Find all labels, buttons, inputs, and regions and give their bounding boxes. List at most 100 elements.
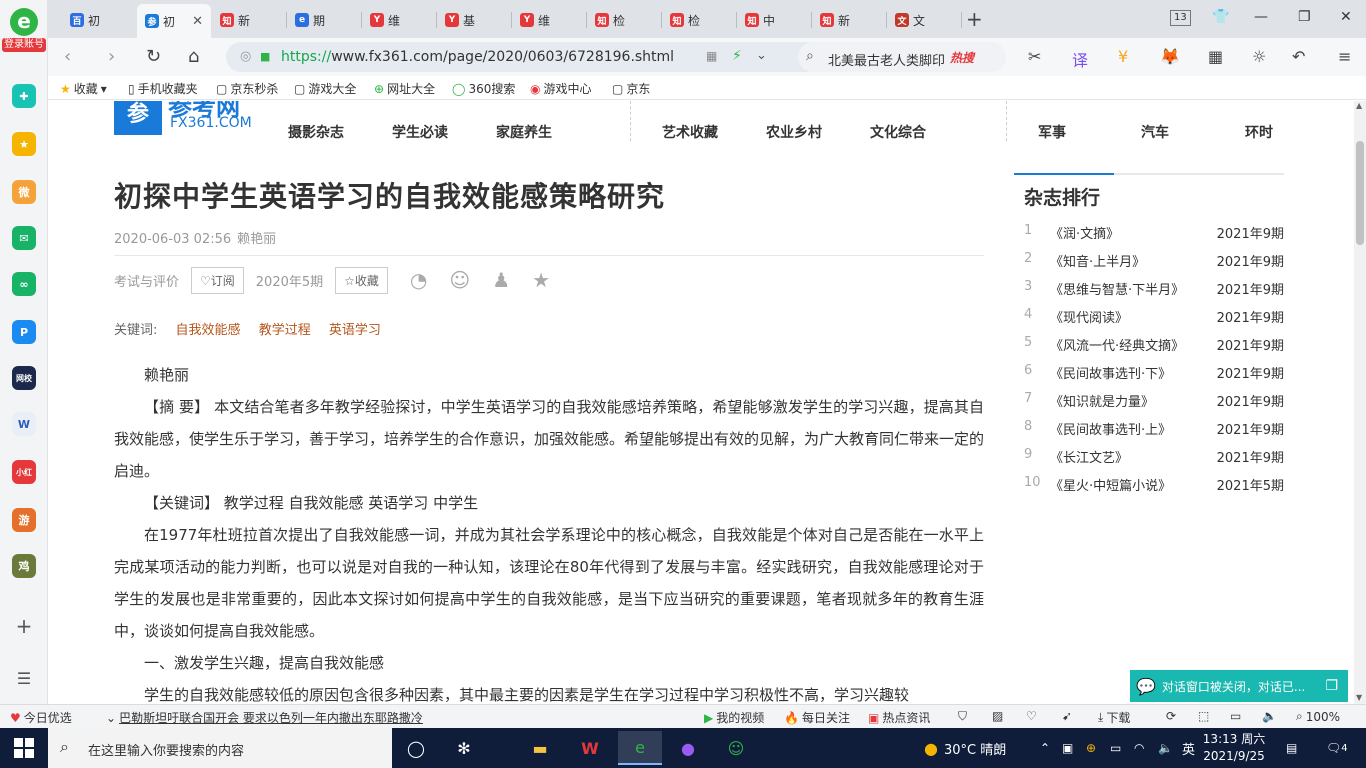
reload-button[interactable]: ↻ xyxy=(146,46,161,67)
pubg-icon[interactable]: 鸡 xyxy=(12,554,36,578)
weather-widget[interactable]: ● 30°C 晴朗 xyxy=(924,728,1006,768)
ranking-item[interactable]: 4 《现代阅读》 2021年9期 xyxy=(1024,307,1284,327)
browser-tab[interactable]: Y维 xyxy=(362,6,436,34)
ranking-item[interactable]: 10 《星火·中短篇小说》 2021年5期 xyxy=(1024,475,1284,495)
ranking-magazine-name[interactable]: 《知音·上半月》 xyxy=(1050,251,1145,270)
scroll-down-icon[interactable]: ▼ xyxy=(1356,693,1362,702)
taskbar-search[interactable]: ⌕ 在这里输入你要搜索的内容 xyxy=(48,728,392,768)
bookmark-jd-sale[interactable]: ▢ 京东秒杀 xyxy=(216,80,278,97)
bookmark-jd[interactable]: ▢ 京东 xyxy=(612,80,650,97)
battery-icon[interactable]: ▭ xyxy=(1110,728,1121,768)
ranking-magazine-name[interactable]: 《现代阅读》 xyxy=(1050,307,1128,326)
ranking-magazine-name[interactable]: 《风流一代·经典文摘》 xyxy=(1050,335,1184,354)
favorites-star-icon[interactable]: ★ xyxy=(12,132,36,156)
browser-tab[interactable]: Y基 xyxy=(437,6,511,34)
ranking-item[interactable]: 5 《风流一代·经典文摘》 2021年9期 xyxy=(1024,335,1284,355)
browser-tab[interactable]: 知新 xyxy=(212,6,286,34)
ime-indicator[interactable]: 英 xyxy=(1182,728,1195,768)
sidebar-menu-icon[interactable]: ☰ xyxy=(12,666,36,690)
favorite-button[interactable]: ☆收藏 xyxy=(335,266,388,294)
hot-news[interactable]: ▣ 热点资讯 xyxy=(868,709,930,726)
nav-student[interactable]: 学生必读 xyxy=(392,122,448,142)
window-icon[interactable]: ▭ xyxy=(1230,709,1241,723)
zoom-control[interactable]: ⌕ 100% xyxy=(1296,709,1340,724)
browser-tab[interactable]: 知检 xyxy=(587,6,661,34)
shield-icon[interactable]: ◎ xyxy=(240,49,251,64)
bookmark-url-nav[interactable]: ⊕ 网址大全 xyxy=(374,80,435,97)
game-icon[interactable]: 游 xyxy=(12,508,36,532)
xiaohongshu-icon[interactable]: 小红 xyxy=(12,460,36,484)
browser-logo[interactable]: e 登录账号 xyxy=(0,6,48,62)
paint-drop-icon[interactable]: ● xyxy=(674,734,702,762)
nav-photography[interactable]: 摄影杂志 xyxy=(288,122,344,142)
ranking-magazine-name[interactable]: 《长江文艺》 xyxy=(1050,447,1128,466)
shield-icon[interactable]: ⛉ xyxy=(958,709,967,724)
my-video[interactable]: ▶ 我的视频 xyxy=(704,709,764,726)
issue-label[interactable]: 2020年5期 xyxy=(256,271,323,290)
ranking-magazine-name[interactable]: 《民间故事选刊·上》 xyxy=(1050,419,1171,438)
coin-icon[interactable]: ¥ xyxy=(1118,47,1128,66)
ranking-magazine-name[interactable]: 《思维与智慧·下半月》 xyxy=(1050,279,1184,298)
apps-grid-icon[interactable]: ▦ xyxy=(1208,47,1223,66)
close-tab-icon[interactable]: ✕ xyxy=(192,14,203,29)
back-button[interactable]: ‹ xyxy=(64,46,71,67)
speed-mode-icon[interactable]: ⚡ xyxy=(732,48,742,64)
close-window-button[interactable]: ✕ xyxy=(1340,9,1352,25)
url-field[interactable]: ◎ ■ https://www.fx361.com/page/2020/0603… xyxy=(226,42,834,72)
nav-auto[interactable]: 汽车 xyxy=(1141,122,1169,142)
ranking-magazine-name[interactable]: 《知识就是力量》 xyxy=(1050,391,1154,410)
nav-military[interactable]: 军事 xyxy=(1038,122,1066,142)
daily-focus[interactable]: 🔥 每日关注 xyxy=(784,709,850,726)
lock-icon[interactable]: ■ xyxy=(260,50,270,63)
news-ticker[interactable]: ⌄ 巴勒斯坦吁联合国开会 要求以色列一年内撤出东耶路撒冷 xyxy=(106,709,423,726)
app-360-icon[interactable]: ∞ xyxy=(12,272,36,296)
scroll-thumb[interactable] xyxy=(1356,141,1364,245)
shirt-skin-icon[interactable]: 👕 xyxy=(1212,9,1229,25)
app-pinwheel-icon[interactable]: ✻ xyxy=(450,734,478,762)
taskbar-search-placeholder[interactable]: 在这里输入你要搜索的内容 xyxy=(88,740,244,759)
ranking-magazine-name[interactable]: 《星火·中短篇小说》 xyxy=(1050,475,1171,494)
bookmark-game-center[interactable]: ◉ 游戏中心 xyxy=(530,80,592,97)
windows-start-icon[interactable] xyxy=(14,738,34,758)
ranking-item[interactable]: 6 《民间故事选刊·下》 2021年9期 xyxy=(1024,363,1284,383)
today-picks[interactable]: ♥ 今日优选 xyxy=(10,709,72,726)
add-app-icon[interactable]: + xyxy=(12,614,36,638)
volume-icon[interactable]: 🔈 xyxy=(1262,709,1277,723)
weibo-icon[interactable]: 微 xyxy=(12,180,36,204)
show-hidden-icons[interactable]: ⌃ xyxy=(1040,728,1050,768)
scissors-icon[interactable]: ✂ xyxy=(1028,47,1041,66)
maximize-button[interactable]: ❐ xyxy=(1298,9,1311,25)
browser-tab[interactable]: 百初 xyxy=(62,6,136,34)
bookmark-360-search[interactable]: ◯ 360搜索 xyxy=(452,80,515,97)
nav-agriculture[interactable]: 农业乡村 xyxy=(766,122,822,142)
brightness-icon[interactable]: ☼ xyxy=(1252,47,1266,66)
app-p-icon[interactable]: P xyxy=(12,320,36,344)
download-button[interactable]: ⤓ 下载 xyxy=(1098,709,1130,726)
wps-icon[interactable]: W xyxy=(576,734,604,762)
chat-popup[interactable]: 💬 对话窗口被关闭，对话已... ❐ xyxy=(1130,670,1348,702)
undo-icon[interactable]: ↶ xyxy=(1292,47,1305,66)
bookmark-games[interactable]: ▢ 游戏大全 xyxy=(294,80,356,97)
new-tab-button[interactable]: + xyxy=(966,7,983,31)
browser-360-taskbar-icon[interactable]: e xyxy=(618,731,662,765)
bookmark-favorites[interactable]: ★ 收藏 ▾ xyxy=(60,80,107,97)
task-view-icon[interactable]: ◯ xyxy=(402,734,430,762)
qr-code-icon[interactable]: ▦ xyxy=(706,49,717,63)
nav-global-times[interactable]: 环时 xyxy=(1245,122,1273,142)
ranking-magazine-name[interactable]: 《润·文摘》 xyxy=(1050,223,1119,242)
phone-assistant-icon[interactable]: ✚ xyxy=(12,84,36,108)
home-button[interactable]: ⌂ xyxy=(188,46,199,67)
file-explorer-icon[interactable]: ▬ xyxy=(526,734,554,762)
nav-culture[interactable]: 文化综合 xyxy=(870,122,926,142)
hot-search-label[interactable]: 热搜 xyxy=(950,49,974,66)
star-share-icon[interactable]: ★ xyxy=(532,268,550,292)
action-center-icon[interactable]: 🗨 4 xyxy=(1326,728,1348,768)
document-icon[interactable]: W xyxy=(12,412,36,436)
translate-icon[interactable]: 译 xyxy=(1072,47,1088,71)
keyword-link[interactable]: 教学过程 xyxy=(259,323,311,338)
menu-icon[interactable]: ≡ xyxy=(1338,47,1351,66)
tray-app-icon[interactable]: ▣ xyxy=(1062,728,1073,768)
site-logo[interactable]: 参 参考网 FX361.COM xyxy=(114,101,254,141)
ranking-item[interactable]: 1 《润·文摘》 2021年9期 xyxy=(1024,223,1284,243)
search-box[interactable]: ⌕ 北美最古老人类脚印 热搜 xyxy=(798,42,1006,72)
